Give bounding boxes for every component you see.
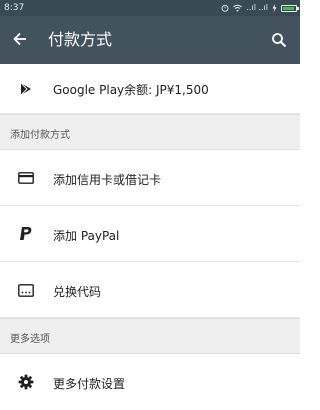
section-header-more-options: 更多选项 xyxy=(0,318,300,354)
redeem-code-label: 兑换代码 xyxy=(53,285,102,299)
section-header-add-payment: 添加付款方式 xyxy=(0,114,300,150)
section-title: 添加付款方式 xyxy=(10,130,70,141)
page-title: 付款方式 xyxy=(48,30,113,49)
search-icon xyxy=(272,33,287,48)
app-bar: 付款方式 xyxy=(0,16,300,64)
add-paypal-label: 添加 PayPal xyxy=(53,229,120,243)
alarm-icon xyxy=(221,4,229,12)
balance-label: Google Play余额: JP¥1,500 xyxy=(53,83,209,97)
wifi-icon xyxy=(233,4,243,12)
status-bar: 8:37 ..ıl ..ıl xyxy=(0,0,300,16)
battery-icon xyxy=(281,4,299,12)
add-card-row[interactable]: 添加信用卡或借记卡 xyxy=(0,150,300,206)
section-title: 更多选项 xyxy=(10,334,50,345)
redeem-code-icon xyxy=(18,283,34,297)
arrow-left-icon xyxy=(13,32,26,46)
status-time: 8:37 xyxy=(4,3,25,13)
add-paypal-row[interactable]: 添加 PayPal xyxy=(0,206,300,262)
search-button[interactable] xyxy=(268,29,290,51)
more-payment-settings-label: 更多付款设置 xyxy=(53,377,126,391)
google-play-icon xyxy=(20,82,31,96)
more-payment-settings-row[interactable]: 更多付款设置 xyxy=(0,354,300,410)
signal-icon: ..ıl ..ıl xyxy=(246,3,268,12)
charging-icon xyxy=(272,4,277,12)
credit-card-icon xyxy=(18,172,34,184)
status-icons: ..ıl ..ıl xyxy=(221,0,299,16)
gear-icon xyxy=(18,374,34,390)
add-card-label: 添加信用卡或借记卡 xyxy=(53,173,162,187)
paypal-icon xyxy=(20,227,32,240)
back-button[interactable] xyxy=(9,28,31,50)
balance-row[interactable]: Google Play余额: JP¥1,500 xyxy=(0,64,300,114)
redeem-code-row[interactable]: 兑换代码 xyxy=(0,262,300,318)
